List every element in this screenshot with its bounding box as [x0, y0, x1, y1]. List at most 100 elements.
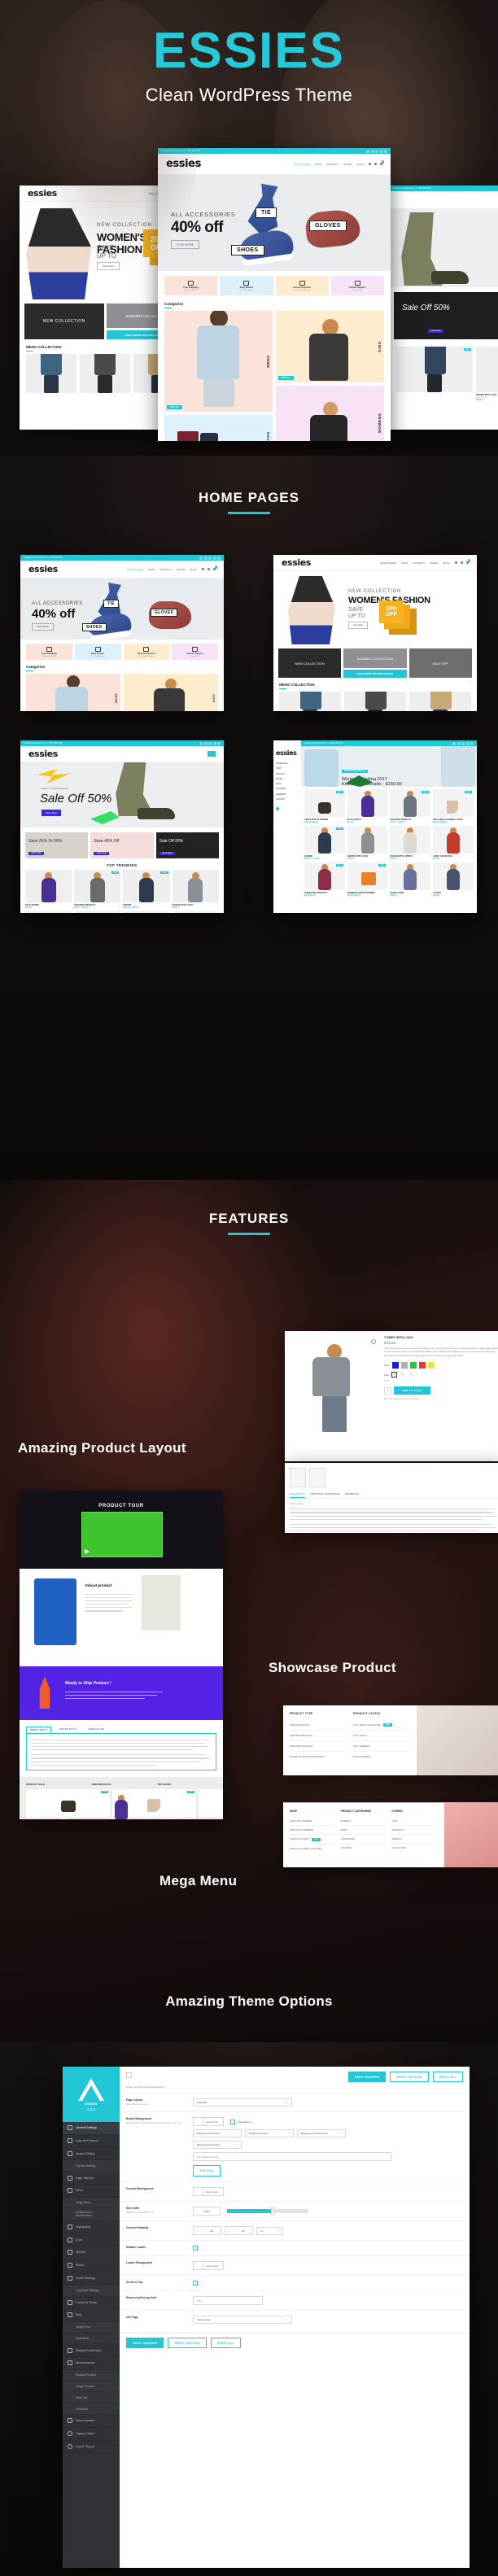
nav-item-pages[interactable]: PAGES — [430, 561, 438, 565]
nav-links[interactable]: NEW COLLECTION SAVE — [149, 192, 182, 195]
sidebar-item-post-meta[interactable]: Post Meta — [63, 2333, 120, 2345]
product-card[interactable]: LONG SLEEVE TEE$25.00 — [433, 826, 474, 860]
theme-options-sidebar[interactable]: ESSIES 1.0.0 General Settings Logo and F… — [63, 2067, 120, 2568]
shop-now-button[interactable]: SHOP NOW — [428, 329, 444, 333]
mega-item[interactable]: EXTERNAL/AFFILIATE PRODUCT — [290, 1752, 347, 1762]
category-mens[interactable]: MENS VIEW ALL — [164, 310, 273, 412]
promo-tile[interactable]: NEW COLLECTION — [278, 648, 342, 678]
sidebar-item-header-setting[interactable]: Header Setting — [63, 2148, 120, 2161]
page-layout-select[interactable]: Fullwidth × ▾ — [193, 2098, 292, 2107]
sidebar-item-related-post-project[interactable]: Related Post/Project — [63, 2344, 120, 2358]
background-position-row[interactable]: Background Position ▾ — [193, 2141, 463, 2149]
mega-item[interactable]: APPARELS — [341, 1844, 387, 1852]
sidebar-item-related-product[interactable]: Related Product — [63, 2369, 120, 2382]
nav-item-product[interactable]: PRODUCT — [327, 163, 339, 166]
nav-item-pages[interactable]: PAGES — [343, 163, 352, 166]
shop-now-button[interactable]: SHOP NOW — [94, 851, 110, 855]
shop-now-button[interactable]: Shop Now — [42, 810, 61, 816]
sidebar-item-mobile-menu-2[interactable]: Mobile Menu — [63, 2214, 120, 2221]
shop-now-button[interactable]: SHOP NOW — [159, 851, 175, 855]
mega-item[interactable]: CART — [391, 1817, 439, 1826]
promo-tile[interactable]: NEW COLLECTION — [24, 303, 104, 339]
mega-col-others[interactable]: CART CHECKOUT WISHLIST MY ACCOUNT — [391, 1817, 439, 1853]
theme-options-toolbar[interactable]: SAVE CHANGES RESET SECTION RESET ALL — [120, 2067, 470, 2085]
promo-tile[interactable]: SALE OFF — [408, 648, 472, 678]
field-control[interactable]: Select Color Transparent Background Repe… — [193, 2117, 463, 2177]
field-control[interactable] — [193, 2246, 463, 2251]
mega-item[interactable]: GROUPED PRODUCT — [290, 1741, 347, 1752]
drag-handle-icon[interactable] — [126, 2072, 132, 2078]
product-description-mock[interactable]: DESCRIPTION ADDITIONAL INFORMATION REVIE… — [285, 1463, 498, 1533]
hero-mock-front[interactable]: info@essiesshop.com ✆ +1 800 456 8461 es… — [158, 148, 391, 441]
mega-item[interactable]: WISHLIST — [391, 1835, 439, 1844]
save-changes-button[interactable]: SAVE CHANGES — [347, 2072, 387, 2082]
sidebar-item-contact-social[interactable]: Contact & Social — [63, 2296, 120, 2309]
add-to-cart-button[interactable]: ADD TO CART — [394, 1386, 431, 1395]
sale-banner[interactable]: Sale Off 50% SHOP NOW — [394, 292, 498, 339]
field-control[interactable] — [193, 2281, 463, 2286]
sidebar-item-demo-importer[interactable]: Demo Importer — [63, 2415, 120, 2428]
reset-all-button[interactable]: RESET ALL — [432, 2072, 463, 2082]
checkbox-icon[interactable] — [193, 2246, 198, 2251]
color-options[interactable]: Color: — [384, 1362, 498, 1369]
wishlist-icon[interactable]: ♡ — [433, 1389, 436, 1393]
transparent-checkbox[interactable]: Transparent — [230, 2119, 251, 2124]
sidebar-item-button[interactable]: Button — [63, 2259, 120, 2273]
nav-icons[interactable] — [369, 160, 384, 165]
view-all-button[interactable]: VIEW ALL — [278, 376, 294, 380]
scroll-to-top-checkbox[interactable] — [193, 2281, 463, 2286]
mega-item[interactable]: MY ACCOUNT — [391, 1844, 438, 1852]
product-card[interactable]: BLACK COLLECTION MEN'S ★★★★★ $14.00 — [279, 691, 341, 711]
size-option-m[interactable]: M — [400, 1372, 405, 1378]
mega-item[interactable]: WOMENS — [340, 1817, 387, 1826]
product-card[interactable]: SALEANKLE BOOTS WOMEN$55.00-$18.00 — [304, 789, 345, 823]
color-swatch-blue[interactable] — [392, 1362, 400, 1369]
background-repeat-select[interactable]: Background Repeat ▾ — [193, 2129, 242, 2137]
product-card[interactable]: HOODIE WITH ZIPPER$45.00 — [390, 826, 431, 860]
nav-item-pages[interactable]: PAGES — [177, 568, 185, 571]
nav-item-shop[interactable]: SHOP — [401, 561, 408, 565]
upload-button[interactable]: UPLOAD — [193, 2165, 221, 2177]
nav-item-blog[interactable]: BLOG — [443, 561, 450, 565]
clear-link[interactable]: Clear — [384, 1380, 498, 1382]
product-card[interactable]: HOODIE WITH LOGO ★★★★★ $45.00 — [476, 347, 498, 401]
disable-loader-checkbox[interactable] — [193, 2246, 463, 2251]
mega-col-product-categories[interactable]: WOMENS MENS ACCESORIES APPARELS — [340, 1817, 387, 1853]
product-card[interactable]: SALE HOODIE $40.00 – $45.00 — [123, 870, 170, 909]
sidebar-item-mobile-menu[interactable]: Mobile Menu — [63, 2208, 120, 2215]
quantity-stepper[interactable]: 1 — [384, 1386, 391, 1395]
loader-background-color-picker[interactable]: Select Color — [193, 2261, 224, 2270]
video-player[interactable] — [81, 1512, 163, 1557]
zoom-icon[interactable] — [371, 1339, 376, 1344]
nav-item-product[interactable]: PRODUCT — [160, 568, 173, 571]
background-position-select[interactable]: Background Position ▾ — [193, 2141, 242, 2149]
nav-links[interactable]: HOME PAGES SHOP PRODUCT PAGES BLOG — [294, 160, 384, 166]
social-icons[interactable] — [452, 741, 474, 745]
product-card[interactable]: LONG SLEEVE TEE$25.00 — [74, 911, 121, 913]
size-option-s[interactable]: S — [408, 1372, 413, 1378]
thumbnail[interactable] — [290, 1468, 306, 1487]
footer-reset-all-button[interactable]: RESET ALL — [210, 2338, 242, 2348]
product-card[interactable]: SALE — [395, 347, 473, 401]
padding-top-input[interactable]: ⇡ 50 — [193, 2226, 221, 2235]
promo-tile[interactable]: Sale Off 50% SHOP NOW — [155, 832, 219, 858]
nav-item-blog[interactable]: BLOG — [357, 163, 364, 166]
mega-item[interactable]: SHOP RIGHT SIDEBAR — [290, 1826, 336, 1835]
mega-menu-mock-a[interactable]: PRODUCT TYPE PRODUCT LAYOUT SIMPLE PRODU… — [283, 1705, 498, 1775]
sidebar-item-options-object[interactable]: Options Object — [63, 2428, 120, 2441]
nav-item-shop[interactable]: SHOP — [315, 163, 322, 166]
sidebar-item-page-title-bar[interactable]: Page Title Bar — [63, 2172, 120, 2185]
home-page-thumb-4[interactable]: info@essiesshop.com ✆ +1 800 456 8461 es… — [273, 740, 477, 913]
sidebar-item-import-export[interactable]: Import / Export — [63, 2441, 120, 2454]
field-control[interactable]: Select page ▾ — [193, 2316, 463, 2324]
theme-options-footer-toolbar[interactable]: SAVE CHANGES RESET SECTION RESET ALL — [120, 2332, 470, 2351]
thumbnail[interactable] — [309, 1468, 325, 1487]
background-attachment-select[interactable]: Background Attachment ▾ — [297, 2129, 346, 2137]
product-card[interactable]: BLUE SHIRTS $11.00 — [347, 789, 388, 823]
mega-item[interactable]: SIMPLE PRODUCT — [290, 1720, 347, 1731]
product-card[interactable]: V-NECK T-SHIRT$15.00 – $20.00 — [115, 1788, 223, 1819]
checkbox-icon[interactable] — [230, 2119, 235, 2124]
nav-links[interactable]: HOME PAGES SHOP PRODUCT PAGES BLOG — [127, 565, 217, 571]
mega-item[interactable]: ACCESORIES — [340, 1835, 387, 1844]
sidebar-item-copyright-settings[interactable]: Copyright Settings — [63, 2285, 120, 2297]
